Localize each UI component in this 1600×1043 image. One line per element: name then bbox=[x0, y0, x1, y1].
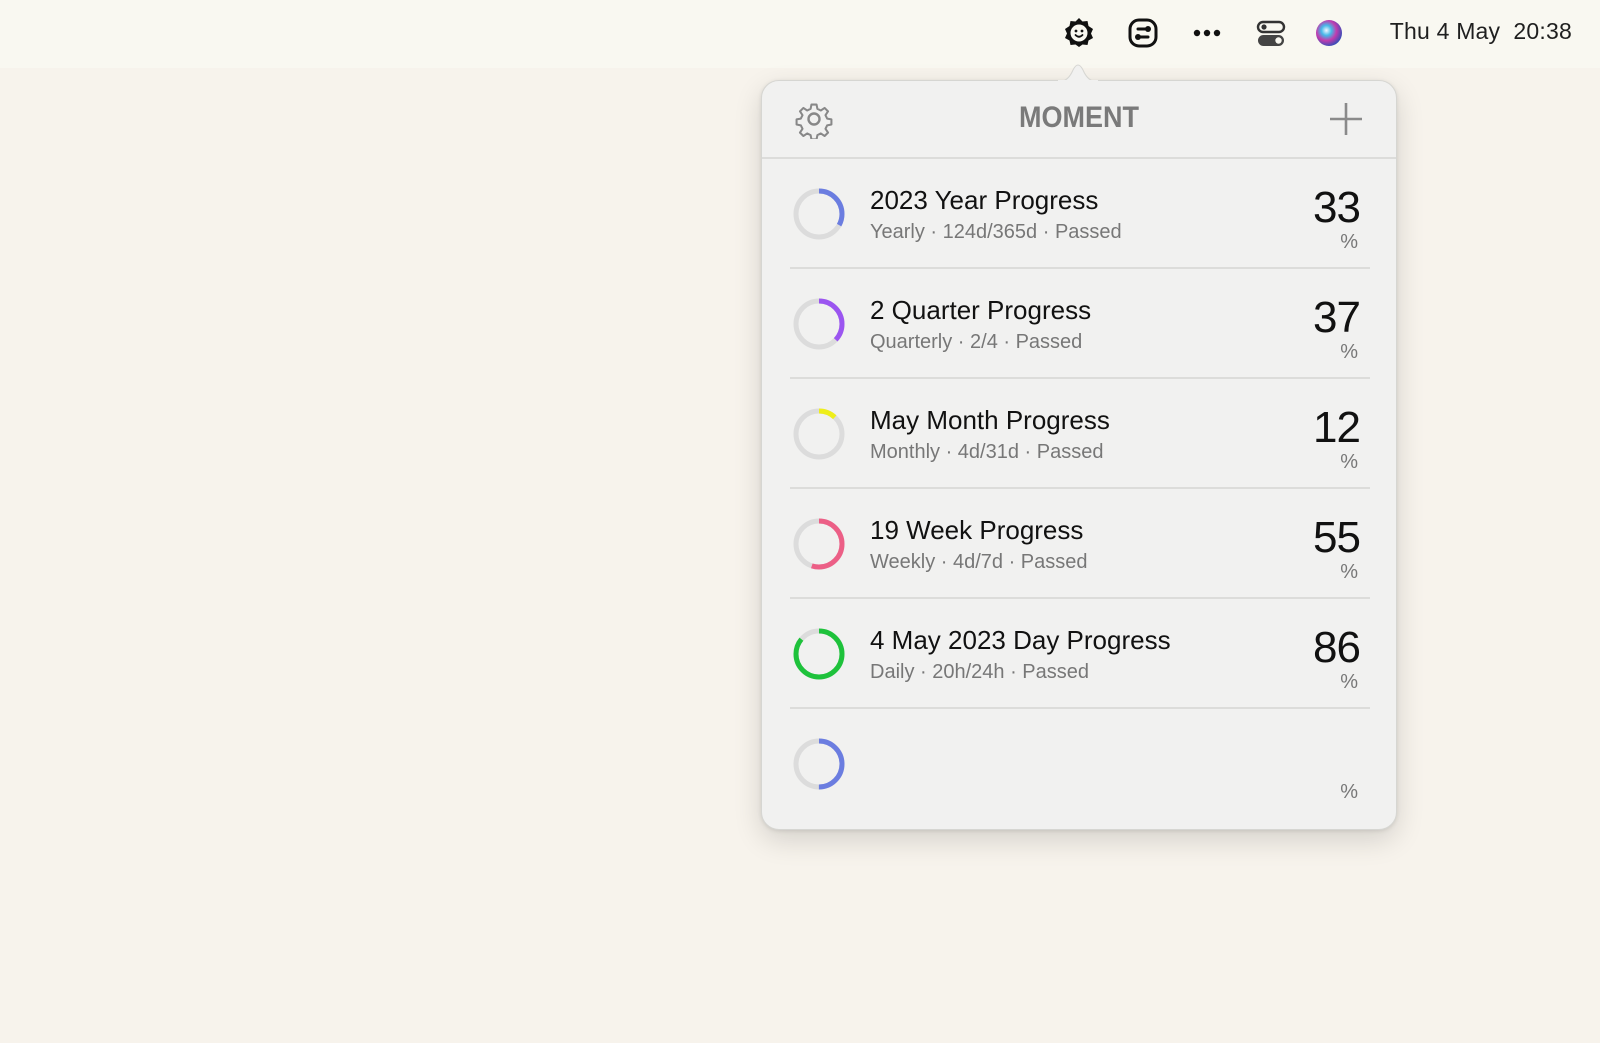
item-percent-sign: % bbox=[1340, 451, 1358, 473]
plus-icon[interactable] bbox=[1328, 101, 1364, 137]
more-icon[interactable] bbox=[1190, 16, 1224, 50]
moment-popover: MOMENT 2023 Year Progress Yearly · 124d/3… bbox=[761, 80, 1397, 830]
item-percent: 12 bbox=[1313, 403, 1361, 452]
popover-arrow bbox=[1058, 64, 1098, 82]
moment-app-icon[interactable] bbox=[1062, 16, 1096, 50]
item-subtitle: Quarterly · 2/4 · Passed bbox=[870, 331, 1083, 353]
item-percent: 86 bbox=[1313, 623, 1361, 672]
menu-bar: Thu 4 May 20:38 bbox=[0, 0, 1600, 68]
item-percent: 33 bbox=[1313, 183, 1361, 232]
progress-ring-track bbox=[793, 408, 845, 460]
progress-item[interactable]: % bbox=[790, 709, 1370, 819]
item-title: May Month Progress bbox=[870, 405, 1110, 435]
item-percent-sign: % bbox=[1340, 671, 1358, 693]
item-subtitle: Daily · 20h/24h · Passed bbox=[870, 661, 1090, 683]
app-logo: MOMENT bbox=[1018, 101, 1139, 134]
shortcuts-icon[interactable] bbox=[1126, 16, 1160, 50]
progress-item[interactable]: May Month Progress Monthly · 4d/31d · Pas… bbox=[790, 379, 1370, 489]
item-title: 2023 Year Progress bbox=[870, 185, 1099, 215]
item-subtitle: Weekly · 4d/7d · Passed bbox=[870, 551, 1088, 573]
progress-item[interactable]: 2 Quarter Progress Quarterly · 2/4 · Pass… bbox=[790, 269, 1370, 379]
item-percent-sign: % bbox=[1340, 781, 1358, 803]
item-percent-sign: % bbox=[1340, 561, 1358, 583]
progress-ring-icon bbox=[793, 518, 845, 570]
item-percent: 55 bbox=[1313, 513, 1361, 562]
item-percent-sign: % bbox=[1340, 231, 1358, 253]
progress-ring-icon bbox=[793, 188, 845, 240]
item-subtitle: Yearly · 124d/365d · Passed bbox=[870, 221, 1122, 243]
progress-ring-icon bbox=[793, 408, 845, 460]
item-subtitle: Monthly · 4d/31d · Passed bbox=[870, 441, 1104, 463]
siri-icon[interactable] bbox=[1312, 16, 1346, 50]
progress-item[interactable]: 4 May 2023 Day Progress Daily · 20h/24h ·… bbox=[790, 599, 1370, 709]
progress-item[interactable]: 19 Week Progress Weekly · 4d/7d · Passed 5… bbox=[790, 489, 1370, 599]
progress-item[interactable]: 2023 Year Progress Yearly · 124d/365d · P… bbox=[790, 159, 1370, 269]
menu-bar-clock[interactable]: Thu 4 May 20:38 bbox=[1390, 18, 1572, 45]
item-title: 19 Week Progress bbox=[870, 515, 1084, 545]
progress-ring-icon bbox=[793, 628, 845, 680]
item-percent-sign: % bbox=[1340, 341, 1358, 363]
popover-header: MOMENT bbox=[762, 81, 1396, 159]
item-title: 4 May 2023 Day Progress bbox=[870, 625, 1171, 655]
item-percent: 37 bbox=[1313, 293, 1361, 342]
progress-ring-icon bbox=[793, 738, 845, 790]
item-title: 2 Quarter Progress bbox=[870, 295, 1092, 325]
control-center-icon[interactable] bbox=[1254, 16, 1288, 50]
progress-ring-icon bbox=[793, 298, 845, 350]
